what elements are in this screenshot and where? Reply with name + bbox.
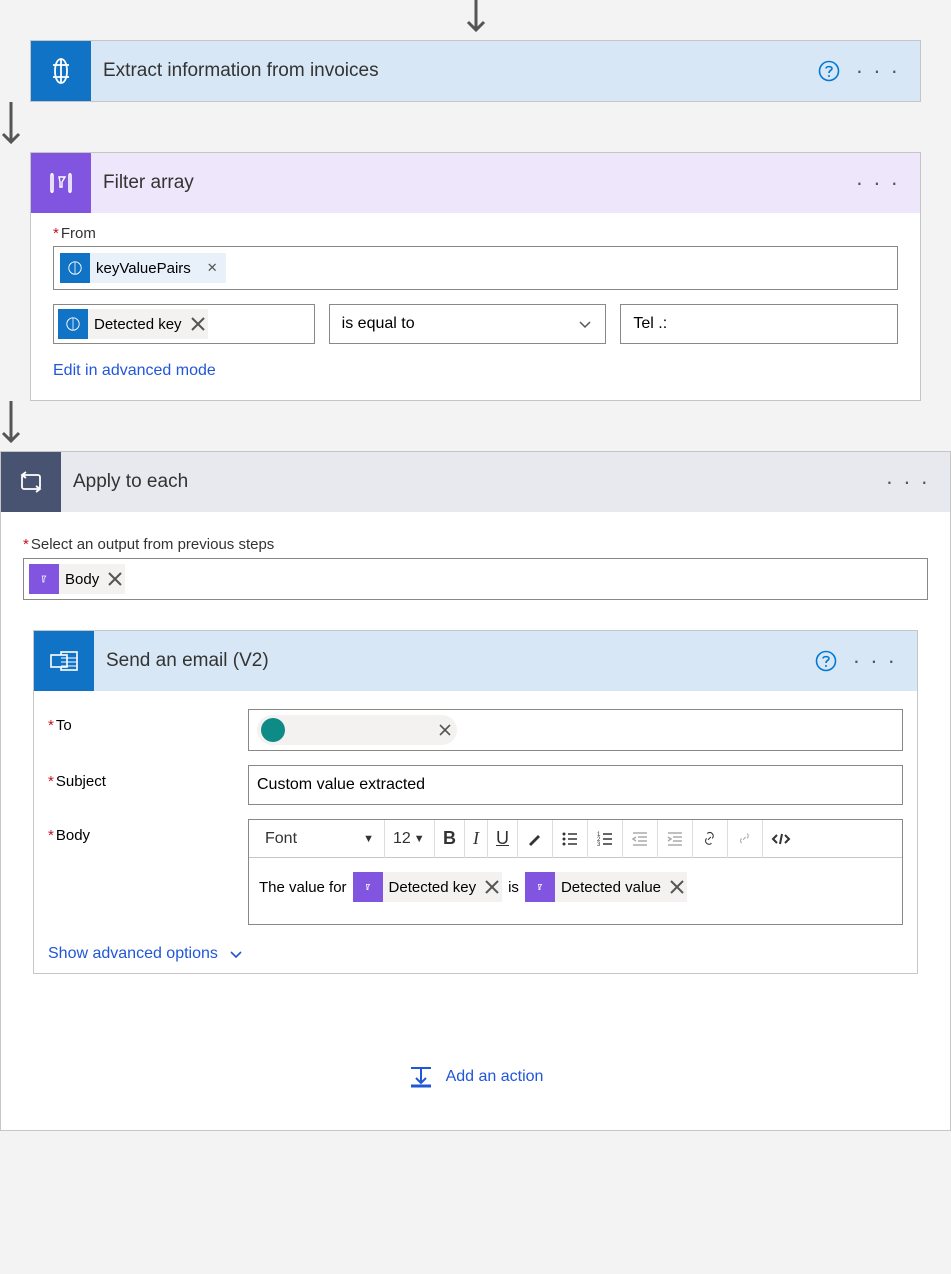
token-detected-value[interactable]: Detected value: [525, 872, 687, 902]
remove-token-icon[interactable]: [667, 877, 687, 897]
loop-icon: [1, 452, 61, 512]
condition-operator-select[interactable]: is equal to: [329, 304, 607, 344]
token-keyvaluepairs[interactable]: keyValuePairs ✕: [60, 253, 226, 283]
filter-icon: [31, 153, 91, 213]
add-action-row: Add an action: [23, 1064, 928, 1090]
step-title: Apply to each: [61, 471, 886, 493]
add-action-button[interactable]: Add an action: [408, 1064, 544, 1090]
help-icon[interactable]: [818, 60, 840, 82]
step-title: Filter array: [91, 172, 856, 194]
ai-icon: [58, 309, 88, 339]
remove-recipient-icon[interactable]: [437, 722, 453, 738]
remove-token-icon[interactable]: [105, 569, 125, 589]
link-button[interactable]: [693, 820, 728, 858]
step-filter-array: Filter array · · · *From keyValuePairs ✕…: [30, 152, 921, 401]
arrow-connector: [0, 0, 951, 40]
highlight-button[interactable]: [518, 820, 553, 858]
step-header[interactable]: Apply to each · · ·: [1, 452, 950, 512]
ai-icon: [60, 253, 90, 283]
editor-toolbar: Font▼ 12▼ B I U 123: [249, 820, 902, 858]
font-select[interactable]: Font▼: [255, 820, 385, 858]
step-extract-invoices[interactable]: Extract information from invoices · · ·: [30, 40, 921, 102]
select-output-label: *Select an output from previous steps: [23, 536, 928, 553]
step-send-email: Send an email (V2) · · · *To: [33, 630, 918, 974]
more-icon[interactable]: · · ·: [886, 469, 930, 495]
to-input[interactable]: [248, 709, 903, 751]
outlook-icon: [34, 631, 94, 691]
edit-advanced-link[interactable]: Edit in advanced mode: [53, 362, 898, 380]
token-body[interactable]: Body: [29, 564, 125, 594]
more-icon[interactable]: · · ·: [853, 648, 897, 674]
step-title: Extract information from invoices: [91, 60, 818, 82]
arrow-connector: [0, 401, 951, 451]
help-icon[interactable]: [815, 650, 837, 672]
condition-value-input[interactable]: Tel .:: [620, 304, 898, 344]
step-header[interactable]: Send an email (V2) · · ·: [34, 631, 917, 691]
italic-button[interactable]: I: [465, 820, 488, 858]
filter-icon: [353, 872, 383, 902]
font-size-select[interactable]: 12▼: [385, 820, 435, 858]
more-icon[interactable]: · · ·: [856, 170, 900, 196]
subject-input[interactable]: Custom value extracted: [248, 765, 903, 805]
step-title: Send an email (V2): [94, 650, 815, 672]
body-content[interactable]: The value for Detected key is Detected v: [249, 858, 902, 924]
remove-token-icon[interactable]: [482, 877, 502, 897]
indent-button[interactable]: [658, 820, 693, 858]
show-advanced-link[interactable]: Show advanced options: [48, 945, 903, 963]
remove-token-icon[interactable]: ✕: [199, 260, 226, 276]
subject-label: *Subject: [48, 765, 248, 790]
from-input[interactable]: keyValuePairs ✕: [53, 246, 898, 290]
svg-text:3: 3: [597, 842, 601, 848]
bullet-list-button[interactable]: [553, 820, 588, 858]
to-label: *To: [48, 709, 248, 734]
filter-icon: [525, 872, 555, 902]
token-detected-key[interactable]: Detected key: [353, 872, 503, 902]
filter-icon: [29, 564, 59, 594]
ai-icon: [31, 41, 91, 101]
more-icon[interactable]: · · ·: [856, 58, 900, 84]
numbered-list-button[interactable]: 123: [588, 820, 623, 858]
unlink-button[interactable]: [728, 820, 763, 858]
condition-field[interactable]: Detected key: [53, 304, 315, 344]
token-detected-key[interactable]: Detected key: [58, 309, 208, 339]
arrow-connector: [0, 102, 951, 152]
outdent-button[interactable]: [623, 820, 658, 858]
body-label: *Body: [48, 819, 248, 844]
insert-icon: [408, 1064, 434, 1090]
code-view-button[interactable]: [763, 820, 799, 858]
select-output-input[interactable]: Body: [23, 558, 928, 600]
underline-button[interactable]: U: [488, 820, 518, 858]
chevron-down-icon: [577, 316, 593, 332]
recipient-pill[interactable]: [257, 715, 457, 745]
avatar: [261, 718, 285, 742]
bold-button[interactable]: B: [435, 820, 465, 858]
step-apply-to-each: Apply to each · · · *Select an output fr…: [0, 451, 951, 1131]
remove-token-icon[interactable]: [188, 314, 208, 334]
from-label: *From: [53, 225, 898, 242]
step-header[interactable]: Filter array · · ·: [31, 153, 920, 213]
body-editor: Font▼ 12▼ B I U 123: [248, 819, 903, 925]
